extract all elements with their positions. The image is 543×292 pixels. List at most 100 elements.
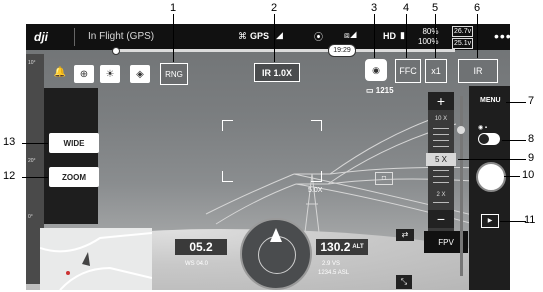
- zoom-label: ZOOM: [62, 172, 86, 182]
- more-menu-icon[interactable]: •••: [494, 28, 512, 44]
- wide-label: WIDE: [63, 138, 85, 148]
- rng-button[interactable]: RNG: [160, 63, 188, 85]
- sync-icon[interactable]: ⊕: [74, 65, 94, 83]
- focus-corner: [311, 120, 322, 131]
- divider: [74, 28, 75, 46]
- ir-zoom-indicator[interactable]: IR 1.0X: [254, 63, 300, 82]
- zoom-in-button[interactable]: +: [428, 92, 454, 110]
- callout-5: 5: [432, 2, 439, 14]
- timeline-bar[interactable]: [112, 47, 455, 55]
- altitude-value: 130.2: [320, 240, 351, 254]
- gps-label: GPS: [250, 31, 270, 41]
- callout-line: [406, 14, 407, 58]
- callout-12: 12: [3, 170, 16, 182]
- callout-1: 1: [170, 2, 177, 14]
- wide-button[interactable]: WIDE: [49, 133, 99, 153]
- zoom-tick: [433, 134, 449, 135]
- callout-2: 2: [271, 2, 278, 14]
- altitude-asl: 1234.5 ASL: [318, 270, 350, 276]
- photo-video-toggle[interactable]: [478, 133, 500, 145]
- callout-line: [274, 14, 275, 62]
- zoom-2x-label: 2 X: [436, 192, 446, 198]
- zoom-tick: [433, 176, 449, 177]
- signal-strength-icon: ◢: [276, 30, 283, 40]
- focus-corner: [311, 171, 322, 182]
- altitude-unit: ALT: [352, 244, 364, 250]
- gimbal-slider-knob[interactable]: [457, 126, 465, 134]
- battery-icon: ▮: [400, 30, 405, 40]
- battery-voltage: 26.7v 25.1v: [452, 26, 474, 50]
- wind-speed: WS 04.0: [185, 261, 209, 267]
- focus-corner: [222, 171, 233, 182]
- callout-7: 7: [528, 95, 535, 107]
- swap-view-icon[interactable]: ⇄: [396, 229, 414, 241]
- minimap-roads: [39, 232, 153, 291]
- altitude-readout: 130.2 ALT: [316, 239, 368, 255]
- callout-line: [500, 221, 526, 222]
- timeline-knob[interactable]: [112, 47, 120, 55]
- callout-line: [477, 14, 478, 58]
- aircraft-heading-icon: [270, 228, 282, 242]
- zoom-tick: [433, 170, 449, 171]
- dji-logo[interactable]: dji: [34, 30, 60, 44]
- vertical-speed: 2.9 VS: [322, 261, 341, 267]
- callout-line: [22, 143, 48, 144]
- callout-10: 10: [522, 169, 535, 181]
- ffc-button[interactable]: FFC: [395, 59, 421, 83]
- focus-frame[interactable]: [222, 120, 322, 182]
- left-panel: [44, 88, 98, 224]
- ir-mode-button[interactable]: IR: [458, 59, 498, 83]
- zoom-tick: [433, 140, 449, 141]
- callout-line: [506, 102, 526, 103]
- scene-camera-icon: ◘: [375, 172, 393, 185]
- callout-line: [173, 14, 174, 62]
- callout-8: 8: [528, 133, 535, 145]
- flight-status[interactable]: In Flight (GPS): [88, 31, 154, 42]
- camera-screen: dji In Flight (GPS) ⌘ GPS ◢ ⦿ ⧈◢ HD ▮ 8 0…: [0, 0, 543, 292]
- speed-value: 05.2: [189, 240, 213, 254]
- callout-line: [435, 14, 436, 58]
- focus-corner: [222, 120, 233, 131]
- direction-icon[interactable]: ◈: [130, 65, 150, 83]
- scene-zoom-text: 5.0X: [308, 187, 323, 194]
- shutter-button[interactable]: [476, 162, 506, 192]
- zoom-out-button[interactable]: −: [428, 210, 454, 228]
- level-top: 10°: [28, 60, 36, 66]
- palette-icon[interactable]: ◉: [365, 59, 387, 81]
- minimap[interactable]: [39, 228, 153, 291]
- menu-button[interactable]: MENU: [480, 97, 501, 104]
- zoom-button[interactable]: ZOOM: [49, 167, 99, 187]
- playback-button[interactable]: ▶: [481, 214, 499, 228]
- callout-13: 13: [3, 136, 16, 148]
- zoom-tick: [433, 202, 449, 203]
- speed-readout: 05.2: [175, 239, 227, 255]
- attitude-compass[interactable]: [240, 218, 312, 290]
- zoom-x1-button[interactable]: x1: [425, 59, 447, 83]
- zoom-10x-label: 10 X: [434, 116, 448, 122]
- sd-card-icon: ▭: [366, 86, 376, 95]
- photo-mode-icon: ◉ ▪: [478, 125, 488, 131]
- callout-line: [504, 176, 520, 177]
- level-bottom: 0°: [28, 214, 33, 220]
- time-badge: 19:29: [328, 44, 356, 57]
- callout-line: [22, 177, 48, 178]
- level-mid: 20°: [28, 158, 36, 164]
- photo-count: 1215: [375, 86, 394, 95]
- callout-3: 3: [371, 2, 378, 14]
- hd-label: HD: [383, 31, 396, 41]
- zoom-5x-indicator[interactable]: 5 X: [426, 153, 456, 166]
- satellite-icon: ⌘: [238, 31, 247, 41]
- volt-top: 26.7v: [452, 26, 474, 37]
- callout-line: [458, 159, 526, 160]
- expand-icon[interactable]: ⤡: [396, 275, 412, 289]
- vision-icon: ⦿: [314, 32, 324, 42]
- top-status-bar: dji In Flight (GPS) ⌘ GPS ◢ ⦿ ⧈◢ HD ▮ 80…: [26, 24, 512, 50]
- callout-6: 6: [474, 2, 481, 14]
- zoom-tick: [433, 128, 449, 129]
- volt-bottom: 25.1v: [452, 38, 474, 49]
- notification-bell-icon[interactable]: 🔔: [50, 63, 70, 81]
- brightness-icon[interactable]: ☀: [100, 65, 120, 83]
- callout-4: 4: [403, 2, 410, 14]
- gimbal-slider-track[interactable]: [460, 96, 463, 276]
- remote-controller-icon: ⧈◢: [344, 30, 357, 40]
